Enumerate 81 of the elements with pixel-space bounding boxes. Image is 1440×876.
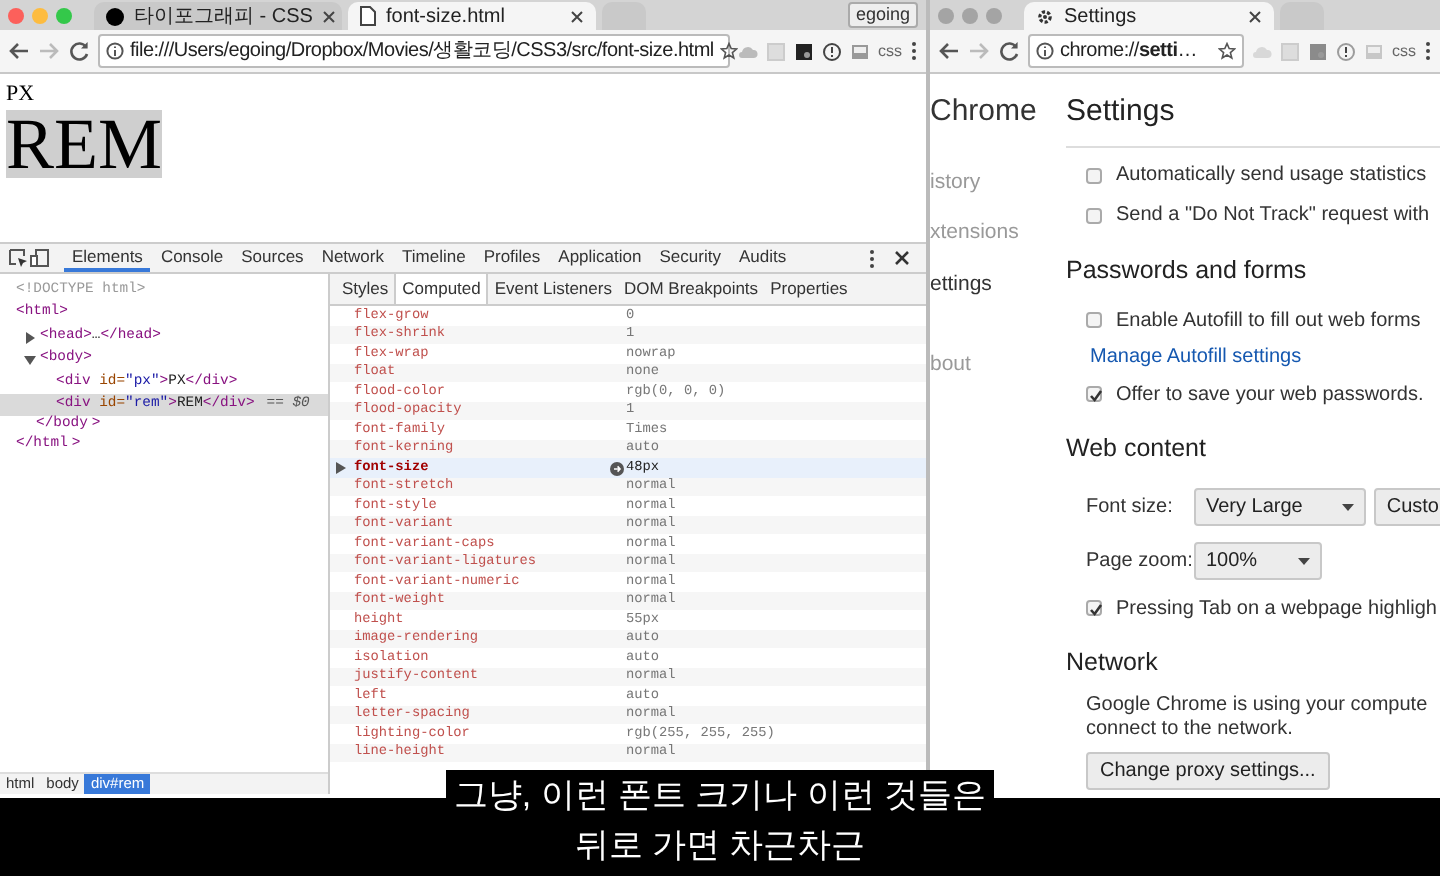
reload-icon[interactable] [998,40,1020,62]
page-text: REM [6,110,163,178]
device-icon[interactable] [30,248,50,268]
star-icon[interactable] [719,42,738,60]
gear-icon [1036,7,1054,25]
devtools-tab[interactable]: Profiles [475,244,549,272]
image-icon[interactable] [850,41,870,61]
devtools-tab[interactable]: Network [313,244,392,272]
inspect-icon[interactable] [8,248,28,268]
dropdown[interactable]: Very Large [1194,488,1367,526]
extension-button[interactable]: css [878,39,902,63]
reload-icon[interactable] [68,40,90,62]
browser-tab[interactable]: 타이포그래피 - CSS [94,2,342,30]
page-heading: Settings [1066,90,1440,147]
caret-icon [1342,503,1355,511]
description-text: connect to the network. [1084,717,1295,742]
tab-title: font-size.html [386,3,505,29]
checkbox-label: Offer to save your web passwords. [1116,381,1424,410]
section-heading: Web content [1066,432,1208,467]
back-icon[interactable] [938,40,960,62]
field-label: Font size: [1086,494,1175,522]
devtools-tab[interactable]: Application [550,244,650,272]
devtools-tab[interactable]: Console [152,244,232,272]
checkbox-label: Automatically send usage statistics [1116,162,1427,190]
document-icon [360,6,376,26]
collapsed-icon[interactable] [24,331,36,344]
checkbox-label: Send a "Do Not Track" request with [1116,202,1430,230]
expand-icon[interactable] [336,462,346,474]
back-icon[interactable] [8,40,30,62]
field-label: Page zoom: [1086,548,1186,576]
profile-button[interactable]: egoing [847,2,918,28]
browser-tab[interactable]: Settings [1024,2,1274,30]
pane-tab[interactable]: Styles [336,274,395,304]
dropdown[interactable]: 100% [1194,542,1322,580]
checkbox[interactable] [1086,386,1102,403]
pane-tab[interactable]: Computed [394,274,489,304]
pane-tab[interactable]: DOM Breakpoints [617,274,765,304]
tab-title: 타이포그래피 - CSS [134,3,313,29]
close-icon[interactable] [1248,9,1262,23]
menu-icon[interactable] [1424,40,1432,62]
checkbox-label: Enable Autofill to fill out web forms [1116,307,1421,336]
devtools-tab[interactable]: Sources [233,244,312,272]
address-bar[interactable]: chrome://setti… [1028,34,1244,68]
info-icon[interactable] [106,42,124,60]
checkbox[interactable] [1086,312,1102,329]
caret-icon [1297,557,1310,565]
dark-square-icon[interactable] [794,41,814,61]
sidebar-title: Chrome [930,92,1039,132]
info-icon[interactable] [1036,42,1054,60]
pane-tab[interactable]: Event Listeners [488,274,618,304]
page-text: PX [6,82,35,106]
alert-icon[interactable] [1336,41,1356,61]
circle-icon [106,7,124,25]
sidebar-item[interactable]: ettings [930,270,992,302]
customize-button[interactable]: Custo [1374,488,1440,526]
checkbox[interactable] [1086,167,1102,183]
checkbox-label: Pressing Tab on a webpage highligh [1116,595,1437,623]
checkbox[interactable] [1086,207,1102,223]
expanded-icon[interactable] [24,353,36,366]
devtools-tab[interactable]: Security [651,244,729,272]
pane-tab[interactable]: Properties [764,274,854,304]
extension-button[interactable]: css [1392,39,1416,63]
description-text: Google Chrome is using your compute [1084,693,1430,718]
proxy-settings-button[interactable]: Change proxy settings... [1086,751,1330,790]
devtools-tab[interactable]: Timeline [394,244,474,272]
close-icon[interactable] [570,9,584,23]
section-heading: Passwords and forms [1066,253,1309,287]
devtools-tab[interactable]: Elements [64,244,151,272]
browser-tab[interactable]: font-size.html [348,2,596,30]
alert-icon[interactable] [822,41,842,61]
go-to-icon[interactable] [610,461,624,475]
menu-icon[interactable] [910,40,918,62]
link[interactable]: Manage Autofill settings [1090,342,1302,373]
star-icon[interactable] [1218,42,1236,60]
menu-icon[interactable] [868,247,876,269]
section-heading: Network [1066,646,1160,680]
checkbox[interactable] [1086,600,1102,616]
tab-title: Settings [1064,3,1137,29]
close-icon[interactable] [894,250,910,266]
close-icon[interactable] [322,9,337,23]
devtools-tab[interactable]: Audits [730,244,795,272]
